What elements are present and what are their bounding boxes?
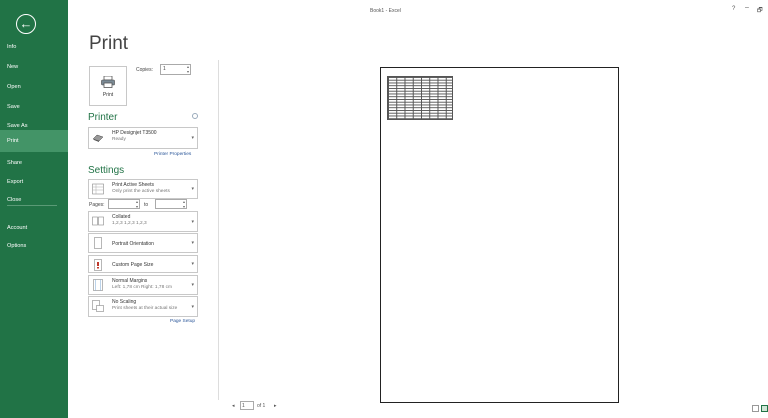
sidebar-item-close[interactable]: Close — [0, 189, 68, 211]
paper-size-dropdown[interactable]: Custom Page Size ▾ — [88, 255, 198, 273]
copies-stepper[interactable]: 1 ▴ ▾ — [160, 64, 191, 75]
page-title: Print — [89, 33, 129, 54]
chevron-down-icon: ▾ — [191, 186, 194, 192]
print-preview-page — [380, 67, 619, 403]
custom-page-size-icon — [94, 259, 102, 271]
printer-status: Ready — [112, 137, 126, 142]
printer-device-icon — [92, 134, 104, 142]
zoom-to-page-icon[interactable] — [761, 405, 768, 412]
sidebar-item-options[interactable]: Options — [0, 235, 68, 257]
printer-properties-link[interactable]: Printer Properties — [154, 152, 191, 157]
pages-to-input[interactable]: ▴ ▾ — [155, 199, 187, 209]
scaling-icon — [92, 300, 104, 312]
orientation-label: Portrait Orientation — [112, 241, 154, 247]
print-what-subtitle: Only print the active sheets — [112, 189, 170, 194]
spinner-arrows-icon[interactable]: ▴ ▾ — [187, 64, 189, 74]
collation-dropdown[interactable]: Collated 1,2,3 1,2,3 1,2,3 ▾ — [88, 211, 198, 232]
scaling-title: No Scaling — [112, 299, 137, 305]
print-what-title: Print Active Sheets — [112, 182, 154, 188]
next-page-icon[interactable]: ▸ — [274, 403, 277, 409]
orientation-dropdown[interactable]: Portrait Orientation ▾ — [88, 233, 198, 253]
page-count-label: of 1 — [257, 403, 266, 409]
collation-title: Collated — [112, 214, 131, 220]
margins-dropdown[interactable]: Normal Margins Left: 1,78 cm Right: 1,78… — [88, 275, 198, 295]
previous-page-icon[interactable]: ◂ — [232, 403, 235, 409]
sidebar-item-info[interactable]: Info — [0, 36, 68, 58]
scaling-subtitle: Print sheets at their actual size — [112, 306, 178, 311]
portrait-page-icon — [94, 237, 102, 249]
back-arrow-icon[interactable]: ← — [16, 14, 36, 34]
copies-label: Copies: — [136, 67, 153, 73]
chevron-down-icon: ▾ — [191, 219, 194, 225]
scaling-dropdown[interactable]: No Scaling Print sheets at their actual … — [88, 296, 198, 317]
printer-heading: Printer — [88, 112, 118, 123]
spinner-arrows-icon[interactable]: ▴ ▾ — [136, 199, 138, 209]
printer-icon — [101, 76, 115, 88]
sidebar-item-print[interactable]: Print — [0, 130, 68, 152]
print-button-label: Print — [102, 92, 114, 98]
help-button[interactable]: ? — [732, 6, 735, 12]
sidebar-item-open[interactable]: Open — [0, 76, 68, 98]
info-icon[interactable] — [192, 113, 198, 119]
chevron-down-icon: ▾ — [191, 282, 194, 288]
pages-label: Pages: — [89, 202, 105, 208]
copies-value: 1 — [163, 66, 166, 72]
print-button[interactable]: Print — [89, 66, 127, 106]
maximize-button[interactable]: 🗗 — [757, 6, 763, 16]
paper-size-label: Custom Page Size — [112, 262, 154, 268]
margins-icon — [93, 279, 103, 291]
collation-subtitle: 1,2,3 1,2,3 1,2,3 — [112, 221, 147, 226]
window-title: Book1 - Excel — [370, 8, 401, 14]
chevron-down-icon: ▾ — [191, 304, 194, 310]
sidebar-divider — [7, 205, 57, 206]
chevron-down-icon: ▾ — [191, 240, 194, 246]
chevron-down-icon: ▾ — [191, 135, 194, 141]
panel-divider — [218, 60, 219, 400]
collated-pages-icon — [92, 216, 104, 226]
backstage-sidebar: ← Info New Open Save Save As Print Share… — [0, 0, 68, 418]
settings-heading: Settings — [88, 165, 125, 176]
printer-name: HP Designjet T3500 — [112, 130, 157, 136]
show-margins-icon[interactable] — [752, 405, 759, 412]
pages-from-input[interactable]: ▴ ▾ — [108, 199, 140, 209]
page-number-input[interactable]: 1 — [240, 401, 254, 410]
sheets-icon — [92, 183, 104, 195]
print-what-dropdown[interactable]: Print Active Sheets Only print the activ… — [88, 179, 198, 199]
spinner-arrows-icon[interactable]: ▴ ▾ — [183, 199, 185, 209]
margins-title: Normal Margins — [112, 278, 148, 284]
chevron-down-icon: ▾ — [191, 261, 194, 267]
page-setup-link[interactable]: Page Setup — [170, 319, 195, 324]
sidebar-item-new[interactable]: New — [0, 56, 68, 78]
printer-dropdown[interactable]: HP Designjet T3500 Ready ▾ — [88, 127, 198, 149]
margins-subtitle: Left: 1,78 cm Right: 1,78 cm — [112, 285, 172, 290]
minimize-button[interactable]: – — [745, 4, 749, 11]
preview-cell-grid — [387, 76, 453, 120]
pages-to-label: to — [144, 202, 149, 208]
